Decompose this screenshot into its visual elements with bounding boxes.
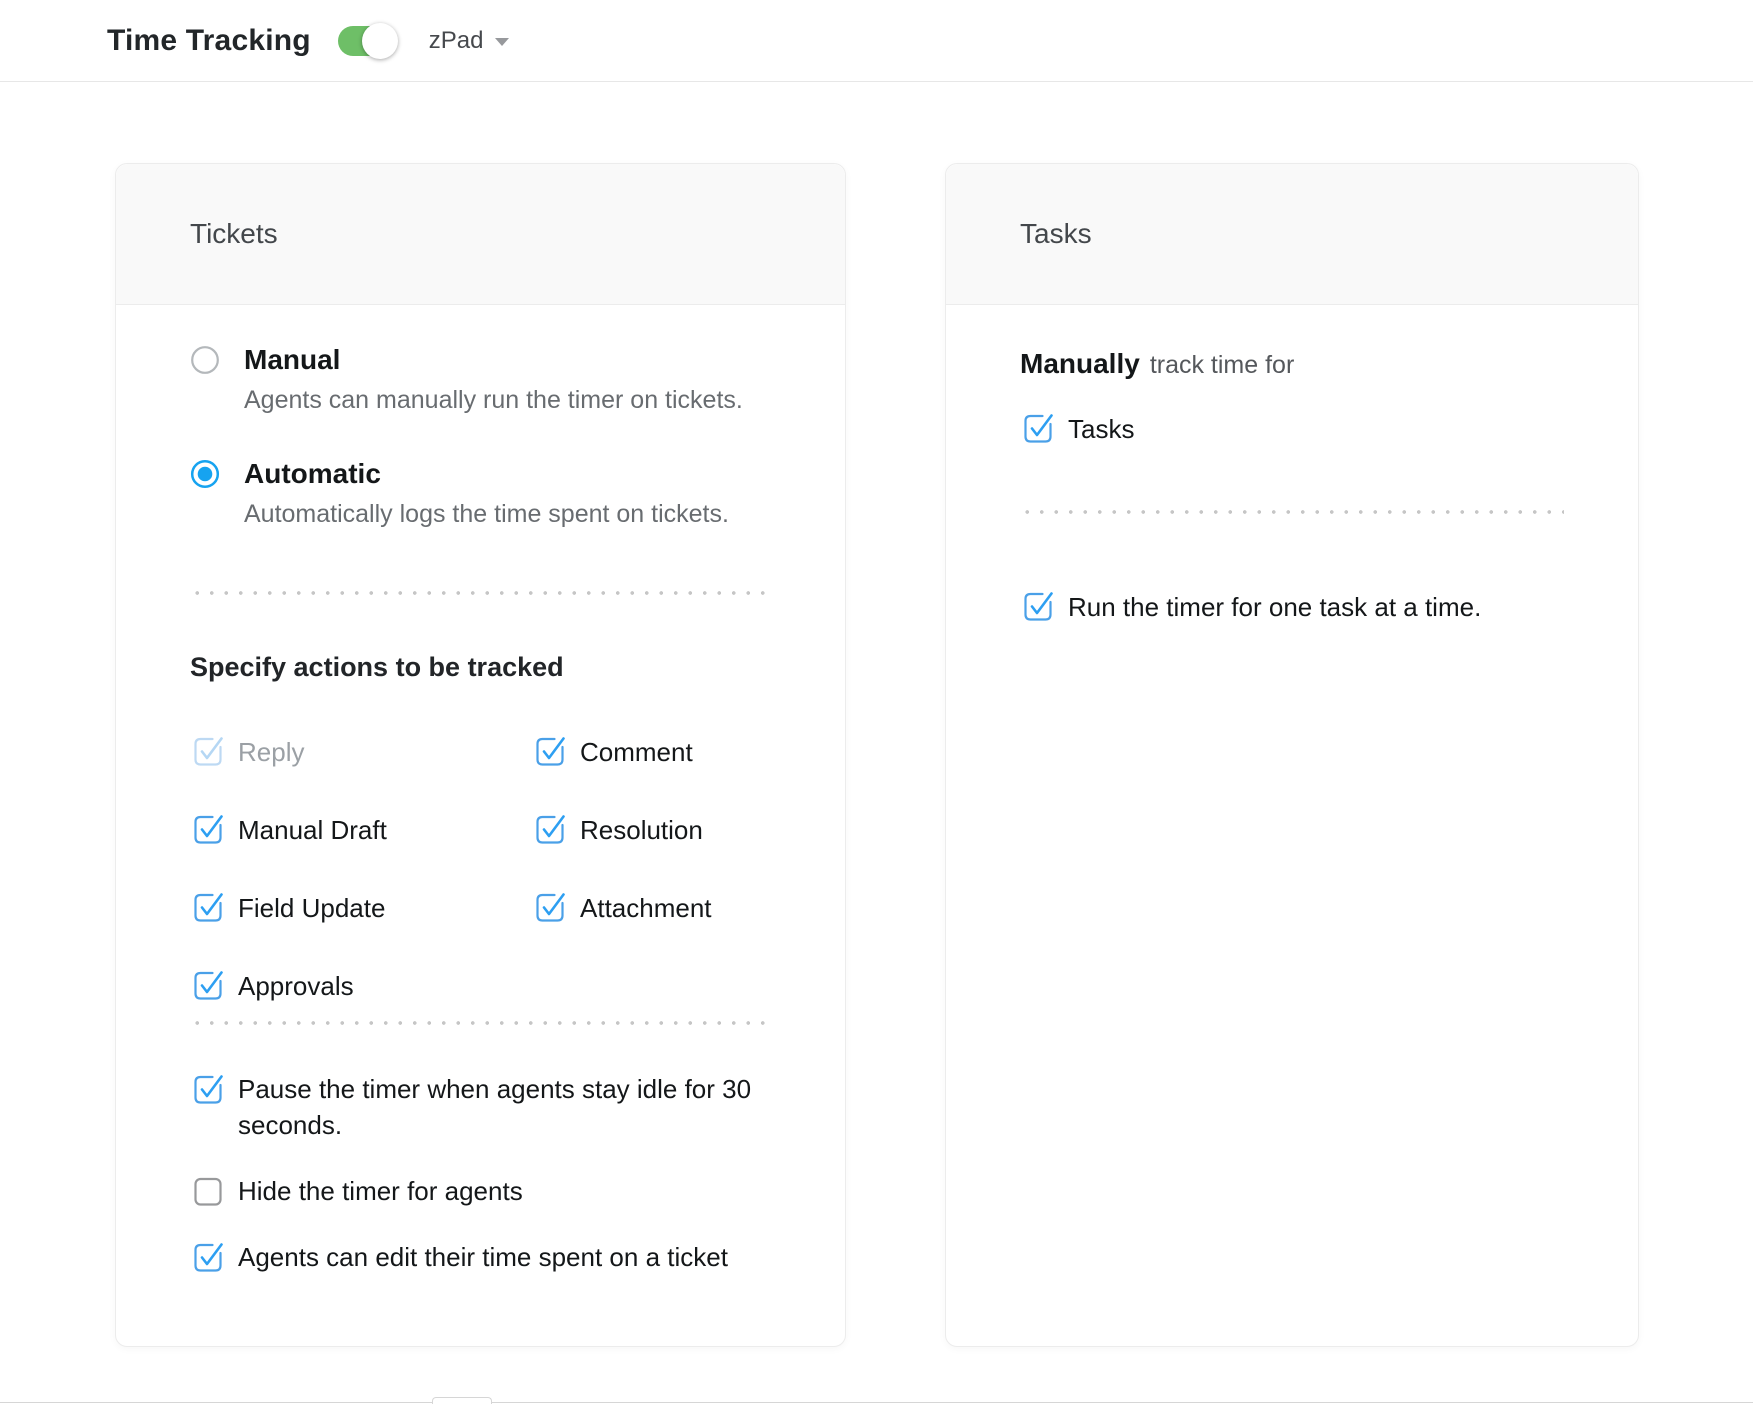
manually-track-heading: Manually track time for [1020,347,1564,382]
radio-option-automatic[interactable]: Automatic Automatically logs the time sp… [190,457,771,529]
checkbox-label: Hide the timer for agents [238,1173,523,1209]
checkbox-label: Pause the timer when agents stay idle fo… [238,1071,758,1143]
checkbox-label: Field Update [238,891,385,925]
manually-track-heading-bold: Manually [1020,348,1140,379]
checkbox-label: Tasks [1068,412,1134,446]
radio-option-text: Manual Agents can manually run the timer… [244,343,743,415]
action-checkbox-resolution[interactable]: Resolution [532,811,771,889]
checkbox-icon [1020,588,1054,624]
toggle-knob [362,23,398,59]
actions-heading: Specify actions to be tracked [190,651,771,683]
checkbox-icon [532,811,566,847]
checkbox-icon [1020,410,1054,446]
tasks-card-title: Tasks [1020,218,1092,250]
dotted-divider [1020,510,1564,514]
time-tracking-toggle[interactable] [338,26,394,56]
checkbox-label: Comment [580,735,693,769]
chevron-down-icon [495,38,509,46]
radio-option-text: Automatic Automatically logs the time sp… [244,457,729,529]
checkbox-icon [190,811,224,847]
tickets-options: Pause the timer when agents stay idle fo… [190,1071,771,1275]
checkbox-icon [190,967,224,1003]
checkbox-label: Agents can edit their time spent on a ti… [238,1239,728,1275]
checkbox-label: Attachment [580,891,712,925]
action-checkbox-attachment[interactable]: Attachment [532,889,771,967]
tickets-card-header: Tickets [116,164,845,305]
dotted-divider [190,1021,771,1025]
option-checkbox-agents-can-edit-their-time-spent-o[interactable]: Agents can edit their time spent on a ti… [190,1239,771,1275]
checkbox-icon [190,733,224,769]
option-checkbox-hide-the-timer-for-agents[interactable]: Hide the timer for agents [190,1173,771,1209]
below-fold-card-edge [432,1397,492,1404]
tasks-card: Tasks Manually track time for Tasks Run t… [945,163,1639,1347]
action-checkbox-approvals[interactable]: Approvals [190,967,532,1003]
radio-option-description: Agents can manually run the timer on tic… [244,385,743,415]
tickets-card: Tickets Manual Agents can manually run t… [115,163,846,1347]
tickets-card-body: Manual Agents can manually run the timer… [116,343,845,1275]
checkbox-icon [190,1173,224,1209]
page-bottom-divider [0,1402,1753,1403]
checkbox-icon [190,889,224,925]
track-checkbox-tasks[interactable]: Tasks [1020,410,1564,446]
radio-option-label: Manual [244,343,743,377]
checkbox-label: Reply [238,735,304,769]
action-checkbox-reply: Reply [190,733,532,811]
action-checkbox-comment[interactable]: Comment [532,733,771,811]
department-label: zPad [429,27,484,55]
tasks-track-list: Tasks [1020,410,1564,446]
checkbox-icon [190,1239,224,1275]
tickets-card-title: Tickets [190,218,278,250]
page-title: Time Tracking [107,24,311,58]
department-selector[interactable]: zPad [429,27,509,55]
radio-option-label: Automatic [244,457,729,491]
manually-track-heading-rest: track time for [1150,351,1294,379]
action-checkbox-field-update[interactable]: Field Update [190,889,532,967]
checkbox-label: Run the timer for one task at a time. [1068,590,1481,624]
tasks-options: Run the timer for one task at a time. [1020,588,1564,624]
option-checkbox-pause-the-timer-when-agents-stay-i[interactable]: Pause the timer when agents stay idle fo… [190,1071,771,1143]
tasks-card-body: Manually track time for Tasks Run the tim… [946,347,1638,624]
checkbox-label: Manual Draft [238,813,387,847]
tasks-card-header: Tasks [946,164,1638,305]
radio-icon [190,459,220,489]
checkbox-label: Approvals [238,969,354,1003]
checkbox-icon [532,889,566,925]
checkbox-icon [190,1071,224,1107]
checkbox-icon [532,733,566,769]
radio-option-description: Automatically logs the time spent on tic… [244,499,729,529]
actions-checkbox-grid: Reply Manual Draft Field Update Approvals Co… [190,733,771,1003]
option-checkbox-run-the-timer-for-one-task-at-a-ti[interactable]: Run the timer for one task at a time. [1020,588,1564,624]
radio-icon [190,345,220,375]
dotted-divider [190,591,771,595]
topbar: Time Tracking zPad [0,0,1753,82]
radio-option-manual[interactable]: Manual Agents can manually run the timer… [190,343,771,415]
checkbox-label: Resolution [580,813,703,847]
action-checkbox-manual-draft[interactable]: Manual Draft [190,811,532,889]
